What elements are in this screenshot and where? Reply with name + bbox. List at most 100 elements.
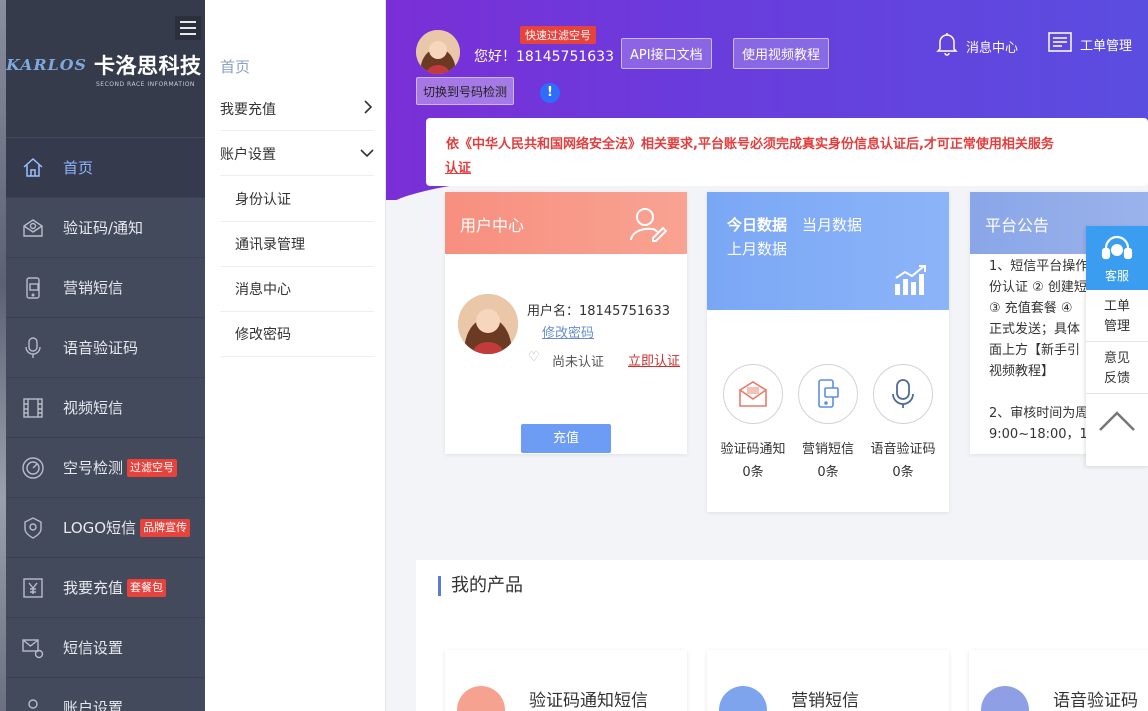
phone-message-icon [20,275,46,301]
chevron-down-icon [360,146,374,162]
sidebar-item-label: 我要充值 [63,579,124,597]
sidebar-item-label: 视频短信 [63,399,124,417]
customer-service-button[interactable]: 客服 [1086,226,1148,290]
feedback-label-line: 意见 [1103,350,1130,366]
film-icon [20,395,46,421]
sidebar-item-video[interactable]: 视频短信 [6,378,205,438]
notice-banner: 依《中华人民共和国网络安全法》相关要求,平台账号必须完成真实身份信息认证后,才可… [426,118,1148,186]
submenu-label: 我要充值 [220,101,276,118]
user-icon [20,695,46,711]
product-card-voice[interactable]: 语音验证码 [969,650,1148,711]
stat-marketing: 营销短信 0条 [788,364,868,480]
user-card-header: 用户中心 [445,192,687,254]
sidebar-item-home[interactable]: 首页 [6,138,205,198]
logo-en: KARLOS [6,56,87,74]
product-card-verification[interactable]: 验证码通知短信 [445,650,687,711]
product-icon [981,686,1029,711]
user-avatar [458,294,518,354]
recharge-button[interactable]: 充值 [521,424,611,453]
ticket-button[interactable]: 工单 管理 [1086,290,1148,342]
menu-toggle-icon[interactable] [175,16,201,40]
tab-today[interactable]: 今日数据 [727,214,787,235]
data-card: 今日数据 当月数据 上月数据 验证码通知 0条 营销短信 0条 语音验证码 0条 [707,192,949,512]
ticket-icon [1048,32,1072,56]
sidebar-item-verification[interactable]: 验证码/通知 [6,198,205,258]
product-icon [719,686,767,711]
sidebar-item-marketing[interactable]: 营销短信 [6,258,205,318]
submenu-home[interactable]: 首页 [220,56,250,77]
logo-subtitle: SECOND RACE INFORMATION [96,81,195,88]
sidebar-item-empty-check[interactable]: 空号检测 过滤空号 [6,438,205,498]
envelope-icon [20,215,46,241]
avatar[interactable] [416,30,460,74]
feedback-button[interactable]: 意见 反馈 [1086,342,1148,394]
submenu-account[interactable]: 账户设置 [220,132,374,176]
notice-link-text: 认证 [445,161,472,176]
sidebar-item-logo-sms[interactable]: LOGO短信 品牌宣传 [6,498,205,558]
feedback-label-line: 反馈 [1103,370,1130,386]
notice-text: 依《中华人民共和国网络安全法》相关要求,平台账号必须完成真实身份信息认证后,才可… [446,130,1148,160]
product-name: 营销短信 [791,691,859,711]
tab-last-month[interactable]: 上月数据 [727,238,787,259]
info-icon[interactable]: ! [540,83,560,103]
floating-service-panel: 客服 工单管理 意见反馈 [1086,226,1148,466]
feedback-label: 意见 反馈 [1104,349,1130,389]
left-sidebar: KARLOS 卡洛思科技 SECOND RACE INFORMATION 首页 … [0,0,205,711]
verify-now-text: 立即认证 [627,354,680,369]
logo-cn: 卡洛思科技 [94,54,202,78]
notice-verify-link[interactable]: 认证 [445,157,471,176]
sidebar-item-account[interactable]: 账户设置 [6,678,205,711]
submenu-identity[interactable]: 身份认证 [220,177,374,222]
sidebar-item-voice[interactable]: 语音验证码 [6,318,205,378]
main-content: 快速过滤空号 您好！18145751633 API接口文档 使用视频教程 切换到… [386,0,1148,711]
notice-message: 依《中华人民共和国网络安全法》相关要求,平台账号必须完成真实身份信息认证后,才可… [446,137,1054,152]
microphone-icon [873,364,933,424]
message-center-label: 消息中心 [966,40,1019,56]
user-card-title: 用户中心 [460,216,525,235]
sidebar-badge: 品牌宣传 [140,518,191,537]
badge-icon [20,515,46,541]
announcement-title: 平台公告 [985,216,1050,235]
products-title: 我的产品 [438,576,523,596]
bar-chart-icon [893,264,929,300]
my-products-section: 我的产品 验证码通知短信 营销短信 语音验证码 [416,560,1148,711]
quick-filter-badge[interactable]: 快速过滤空号 [520,26,596,44]
home-icon [20,155,46,181]
back-to-top-button[interactable] [1086,394,1148,452]
microphone-icon [20,335,46,361]
stat-label: 验证码通知 [720,442,786,457]
ticket-label-line: 工单 [1103,298,1130,314]
submenu-contacts[interactable]: 通讯录管理 [220,222,374,267]
tab-month[interactable]: 当月数据 [802,214,862,235]
product-name: 语音验证码 [1053,691,1138,711]
submenu-change-password[interactable]: 修改密码 [220,312,374,357]
sidebar-item-recharge[interactable]: 我要充值 套餐包 [6,558,205,618]
product-card-marketing[interactable]: 营销短信 [707,650,949,711]
sidebar-item-sms-settings[interactable]: 短信设置 [6,618,205,678]
message-center-link[interactable]: 消息中心 [936,32,1018,60]
switch-number-check-button[interactable]: 切换到号码检测 [416,77,515,105]
submenu-messages[interactable]: 消息中心 [220,267,374,312]
chevron-right-icon [362,99,374,118]
mail-settings-icon [20,635,46,661]
stat-label: 语音验证码 [870,442,936,457]
submenu-recharge[interactable]: 我要充值 [220,87,374,131]
ticket-label-line: 管理 [1103,318,1130,334]
ticket-management-link[interactable]: 工单管理 [1048,32,1132,56]
change-password-link[interactable]: 修改密码 [542,322,594,341]
stat-verification: 验证码通知 0条 [713,364,793,480]
api-doc-button[interactable]: API接口文档 [621,38,712,69]
bell-icon [936,32,958,60]
heart-icon: ♡ [528,350,540,365]
gauge-icon [20,455,46,481]
sidebar-item-label: 账户设置 [63,699,124,711]
headset-icon [1086,234,1148,267]
sidebar-badge: 套餐包 [127,578,167,597]
verify-now-link[interactable]: 立即认证 [552,351,680,373]
stat-value: 0条 [742,465,764,480]
sidebar-item-label: 首页 [63,159,94,177]
customer-service-label: 客服 [1104,269,1129,283]
user-edit-icon [629,206,668,246]
stat-voice: 语音验证码 0条 [863,364,943,480]
video-tutorial-button[interactable]: 使用视频教程 [733,38,830,69]
